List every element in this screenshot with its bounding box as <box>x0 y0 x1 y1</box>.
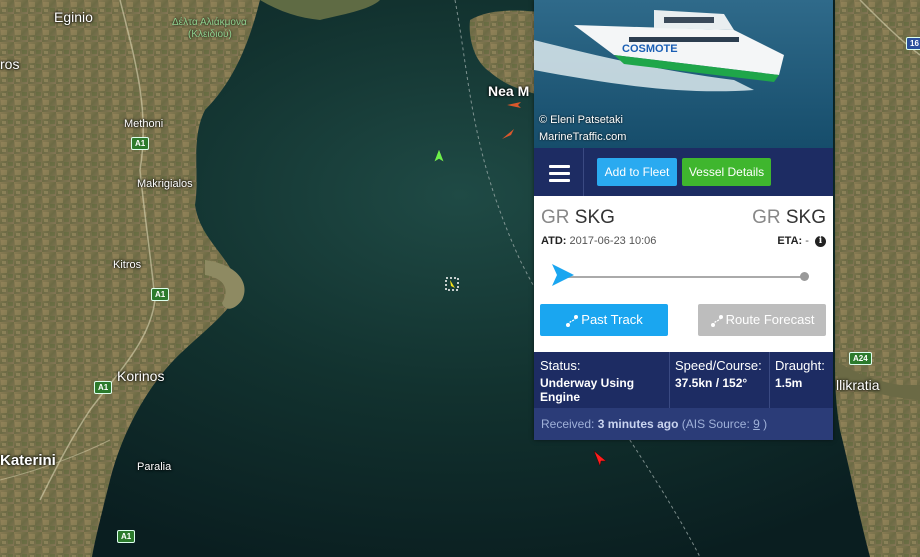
draught-label: Draught: <box>775 358 825 373</box>
route-forecast-button[interactable]: Route Forecast <box>698 304 826 336</box>
draught-value: 1.5m <box>775 376 803 390</box>
place-label-kitros: Kitros <box>113 259 142 271</box>
place-label-pros: ros <box>0 56 20 72</box>
received-info: Received: 3 minutes ago (AIS Source: 9 ) <box>534 408 833 440</box>
ship-brand-text: COSMOTE <box>622 43 678 55</box>
popup-toolbar: Add to Fleet Vessel Details <box>534 148 833 196</box>
eta-info: ETA: - i <box>777 235 826 247</box>
place-label-korinos: Korinos <box>117 368 165 384</box>
status-value: Underway Using Engine <box>540 376 635 404</box>
atd-value: 2017-06-23 10:06 <box>569 235 657 247</box>
photo-credit-site: MarineTraffic.com <box>539 131 627 143</box>
past-track-label: Past Track <box>581 312 643 327</box>
place-label-paralia: Paralia <box>137 461 172 473</box>
vessel-details-button[interactable]: Vessel Details <box>682 158 771 186</box>
info-icon[interactable]: i <box>815 235 826 247</box>
origin-port-code: SKG <box>574 207 615 228</box>
status-stat: Status: Underway Using Engine <box>540 358 660 404</box>
place-label-katerini: Katerini <box>0 452 56 469</box>
draught-stat: Draught: 1.5m <box>775 358 831 390</box>
eta-value: - <box>805 235 809 247</box>
voyage-panel: GR SKG GR SKG ATD: 2017-06-23 10:06 ETA:… <box>534 196 833 352</box>
received-label: Received: <box>541 417 595 431</box>
voyage-progress-line <box>559 276 805 278</box>
route-forecast-label: Route Forecast <box>725 312 815 327</box>
origin-port: GR SKG <box>541 207 615 229</box>
add-to-fleet-button[interactable]: Add to Fleet <box>597 158 677 186</box>
photo-credit-author: © Eleni Patsetaki <box>539 114 623 126</box>
eta-label: ETA: <box>777 235 803 247</box>
destination-country: GR <box>752 207 781 228</box>
vessel-marker-icon[interactable] <box>502 129 514 139</box>
ais-source-link[interactable]: 9 <box>753 417 760 431</box>
destination-port-code: SKG <box>785 207 826 228</box>
vessel-marker-icon[interactable] <box>594 451 606 466</box>
stat-divider <box>769 352 770 408</box>
past-track-button[interactable]: Past Track <box>540 304 668 336</box>
status-label: Status: <box>540 358 581 373</box>
vessel-marker-icon[interactable] <box>507 101 521 109</box>
origin-country: GR <box>541 207 570 228</box>
selected-vessel-marker-icon[interactable] <box>445 277 459 291</box>
voyage-end-dot <box>800 272 809 281</box>
place-label-delta: Δέλτα Αλιάκμονα <box>172 17 247 28</box>
ais-source-close: ) <box>763 417 768 431</box>
road-shield-a1: A1 <box>94 381 113 394</box>
place-label-methoni: Methoni <box>124 118 164 130</box>
atd-info: ATD: 2017-06-23 10:06 <box>541 235 656 247</box>
vessel-popup: COSMOTE © Eleni Patsetaki MarineTraffic.… <box>534 0 833 440</box>
road-shield-a1: A1 <box>151 288 170 301</box>
vessel-marker-icon[interactable] <box>434 149 444 163</box>
vessel-photo[interactable]: COSMOTE © Eleni Patsetaki MarineTraffic.… <box>534 0 833 148</box>
speed-course-label: Speed/Course: <box>675 358 762 373</box>
ship-arrow-icon <box>552 264 574 286</box>
speed-course-stat: Speed/Course: 37.5kn / 152° <box>675 358 769 390</box>
track-icon <box>566 314 579 327</box>
destination-port: GR SKG <box>752 207 826 229</box>
road-shield-16: 16 <box>906 37 920 50</box>
hamburger-menu-icon[interactable] <box>534 148 584 196</box>
place-label-kleidiou: (Κλειδιού) <box>188 29 232 40</box>
received-time: 3 minutes ago <box>597 417 679 431</box>
vessel-stats: Status: Underway Using Engine Speed/Cour… <box>534 352 833 408</box>
road-shield-a1: A1 <box>131 137 150 150</box>
road-shield-a24: A24 <box>849 352 872 365</box>
ais-source-label: (AIS Source: <box>681 417 750 431</box>
track-icon <box>710 314 723 327</box>
stat-divider <box>669 352 670 408</box>
place-label-eginio: Eginio <box>54 9 93 25</box>
atd-label: ATD: <box>541 235 567 247</box>
place-label-nea: Nea M <box>488 83 530 99</box>
road-shield-a1: A1 <box>117 530 136 543</box>
speed-course-value: 37.5kn / 152° <box>675 376 748 390</box>
place-label-makrigialos: Makrigialos <box>137 178 193 190</box>
place-label-kalikratia: llikratia <box>836 377 880 393</box>
